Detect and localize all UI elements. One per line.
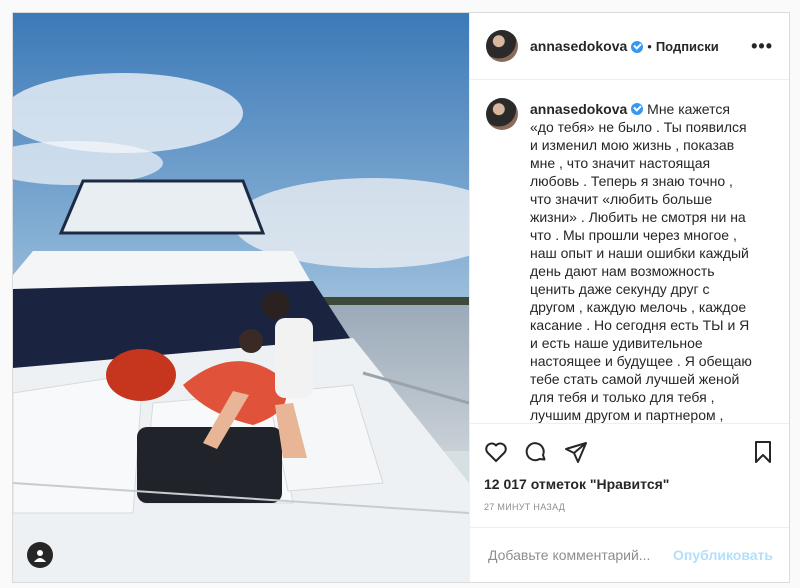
caption-text: annasedokova Мне кажется «до тебя» не бы…: [530, 100, 754, 423]
caption-row: annasedokova Мне кажется «до тебя» не бы…: [486, 98, 773, 423]
caption-body: Мне кажется «до тебя» не было . Ты появи…: [530, 101, 752, 423]
caption-area[interactable]: annasedokova Мне кажется «до тебя» не бы…: [470, 80, 789, 423]
post-photo[interactable]: [13, 13, 469, 582]
separator-dot: •: [647, 38, 652, 54]
post-actions: 12 017 отметок "Нравится" 27 МИНУТ НАЗАД: [470, 423, 789, 527]
verified-icon: [631, 41, 644, 53]
yacht-photo: [13, 13, 469, 582]
post-header: annasedokova • Подписки •••: [470, 13, 789, 80]
following-button[interactable]: Подписки: [656, 39, 719, 54]
share-icon[interactable]: [564, 440, 588, 464]
instagram-post: annasedokova • Подписки ••• annasedokova…: [12, 12, 790, 583]
comment-input[interactable]: [486, 546, 674, 564]
publish-button[interactable]: Опубликовать: [673, 547, 773, 563]
avatar[interactable]: [486, 30, 518, 62]
username-link[interactable]: annasedokova: [530, 38, 627, 54]
comment-icon[interactable]: [524, 440, 548, 464]
bookmark-icon[interactable]: [751, 440, 775, 464]
caption-avatar[interactable]: [486, 98, 518, 130]
verified-icon: [631, 103, 644, 115]
user-tag-icon[interactable]: [27, 542, 53, 568]
post-side-panel: annasedokova • Подписки ••• annasedokova…: [469, 13, 789, 582]
comment-bar: Опубликовать: [470, 527, 789, 582]
post-timestamp[interactable]: 27 МИНУТ НАЗАД: [484, 502, 775, 512]
action-icons-row: [484, 432, 775, 472]
likes-count[interactable]: 12 017 отметок "Нравится": [484, 476, 775, 492]
more-options-icon[interactable]: •••: [751, 36, 773, 57]
caption-username[interactable]: annasedokova: [530, 101, 627, 117]
heart-icon[interactable]: [484, 440, 508, 464]
